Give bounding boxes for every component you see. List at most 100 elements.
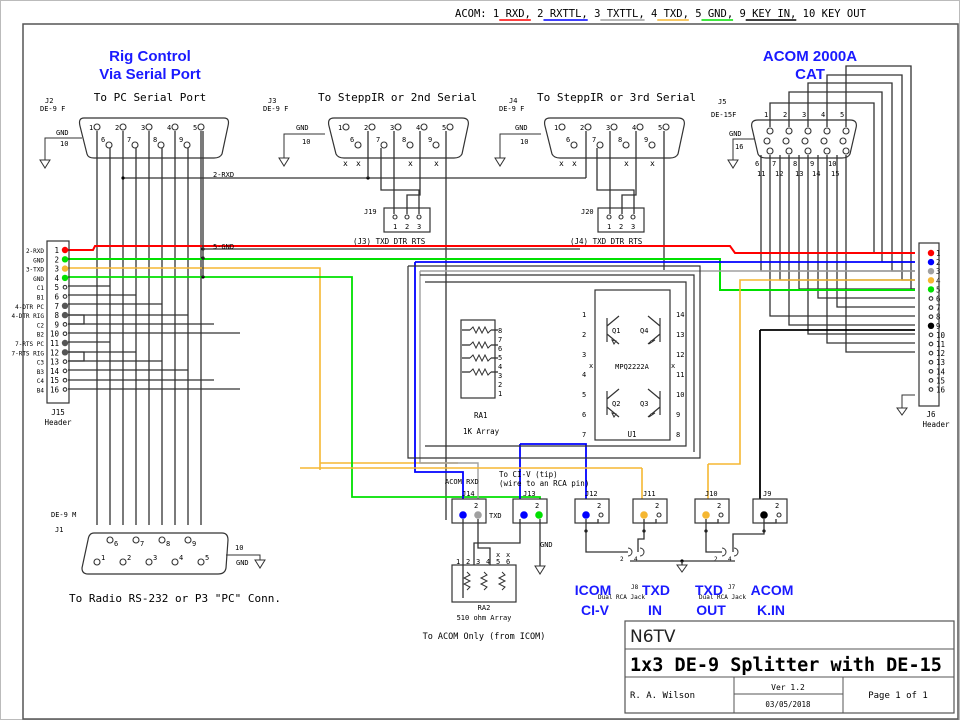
j1-pin-label: 6: [114, 540, 118, 548]
u1-pin-label: 10: [676, 391, 684, 399]
header-j10: [694, 498, 730, 524]
j6-pin-number: 14: [936, 367, 946, 376]
j2-gnd-label: GND: [56, 129, 69, 137]
u1-part: MPQ2222A: [615, 363, 650, 371]
j2-pin-label: 4: [167, 124, 171, 132]
j3-gnd-label: GND: [296, 124, 309, 132]
j5-gnd-pin: 16: [735, 143, 743, 151]
j19-pin: [416, 214, 422, 220]
j4-pin-label: 7: [592, 136, 596, 144]
j1-pin-label: 9: [192, 540, 196, 548]
j5-pin-5: [842, 127, 850, 135]
no-connect-mark: x: [671, 362, 675, 370]
j2-type: DE-9 F: [40, 105, 65, 113]
j2-pin-6: [105, 141, 113, 149]
legend: ACOM: 1 RXD, 2 RXTTL, 3 TXTTL, 4 TXD, 5 …: [455, 8, 867, 21]
header-pin-label: 2: [474, 502, 478, 510]
j1-gnd-label: GND: [236, 559, 249, 567]
u1-pin-label: 1: [582, 311, 586, 319]
j5-pin-4: [823, 127, 831, 135]
j15-pin-number: 1: [54, 246, 59, 255]
j6-pin-number: 1: [936, 249, 941, 258]
transistor-label: Q2: [612, 400, 620, 408]
j2-pin-5: [197, 123, 205, 131]
j15-pin-label: B4: [37, 388, 45, 395]
j5-pin-label: 15: [831, 170, 839, 178]
j15-pin-label: 4-DTR PC: [15, 304, 44, 311]
header-j11: [632, 498, 668, 524]
j1-gnd-pin: 10: [235, 544, 243, 552]
j15-pin-5: [62, 284, 68, 290]
label-icom: ICOM: [575, 582, 612, 598]
title-block: N6TV 1x3 DE-9 Splitter with DE-15 R. A. …: [624, 620, 955, 714]
page-number: Page 1 of 1: [868, 691, 928, 701]
j6-pin-number: 15: [936, 376, 945, 385]
label-txd-out-1: TXD: [695, 582, 723, 598]
j2-pin-label: 6: [101, 136, 105, 144]
header-ref: J12: [585, 490, 598, 498]
j15-pin-number: 9: [54, 320, 59, 329]
header-ref: J14: [462, 490, 475, 498]
j5-pin: [782, 137, 790, 145]
j5-type: DE-15F: [711, 111, 736, 119]
u1-pin-label: 7: [582, 431, 586, 439]
gnd-label: GND: [540, 541, 553, 549]
j3-title: To SteppIR or 2nd Serial: [318, 91, 477, 104]
j15-pin-number: 4: [54, 274, 59, 283]
j2-pin-label: 9: [179, 136, 183, 144]
j1-pin: [171, 558, 179, 566]
header-ref: J9: [763, 490, 771, 498]
j15-pin-label: C4: [37, 378, 45, 385]
civ-note-1: To CI-V (tip): [499, 470, 558, 479]
j6-pin-6: [928, 296, 934, 301]
j5-pin-2: [785, 127, 793, 135]
j1-pin: [184, 536, 192, 544]
j6-sub: Header: [922, 420, 950, 429]
j4-pin-5: [662, 123, 670, 131]
header-ref: J13: [523, 490, 536, 498]
j4-pin-label: 3: [606, 124, 610, 132]
j6-pin-13: [928, 359, 934, 365]
j19-pin: [404, 214, 410, 220]
no-connect-mark: x: [506, 551, 510, 559]
j15-pin-14: [62, 368, 68, 374]
j5-pin-3: [804, 127, 812, 135]
j2-pin-8: [157, 141, 165, 149]
j6-pin-14: [928, 368, 934, 374]
j15-pin-10: [62, 331, 68, 337]
header-pin1-dot: [582, 511, 590, 519]
j1-ref: J1: [55, 526, 63, 534]
j20-pin-label: 1: [607, 223, 611, 231]
ra1-pin-label: 3: [498, 372, 502, 380]
j6-pin-2-dot: [927, 258, 935, 266]
version: Ver 1.2: [771, 683, 805, 692]
j2-title: To PC Serial Port: [94, 91, 207, 104]
junction-dot: [121, 176, 125, 180]
header-j14: [451, 498, 487, 524]
net-label-gnd: 5-GND: [213, 243, 234, 251]
serial-port-heading: Via Serial Port: [99, 66, 200, 83]
j5-pin-label: 2: [783, 111, 787, 119]
j15-pin-label: B1: [37, 295, 45, 302]
j6-pin-11: [928, 341, 934, 347]
j6-pin-number: 16: [936, 386, 946, 395]
j4-pin-6: [570, 141, 578, 149]
j15-pin-label: 7-RTS RIG: [11, 350, 44, 357]
j15-pin-6: [62, 294, 68, 299]
label-civ: CI-V: [581, 602, 610, 618]
u1-pin-label: 14: [676, 311, 684, 319]
j2-pin-2: [119, 123, 127, 131]
j1-pin: [93, 558, 101, 566]
j5-pin-label: 4: [821, 111, 825, 119]
j15-pin-label: C2: [37, 322, 45, 329]
txd-label: TXD: [489, 512, 502, 520]
j1-pin-label: 3: [153, 554, 157, 562]
j2-pin-3: [145, 123, 153, 131]
j6-pin-12: [928, 350, 934, 356]
j3-type: DE-9 F: [263, 105, 288, 113]
label-acom-1: ACOM: [751, 582, 794, 598]
header-ref: J10: [705, 490, 718, 498]
j15-pin-label: GND: [33, 276, 44, 283]
j1-pin: [197, 558, 205, 566]
j4-pin-3: [610, 123, 618, 131]
